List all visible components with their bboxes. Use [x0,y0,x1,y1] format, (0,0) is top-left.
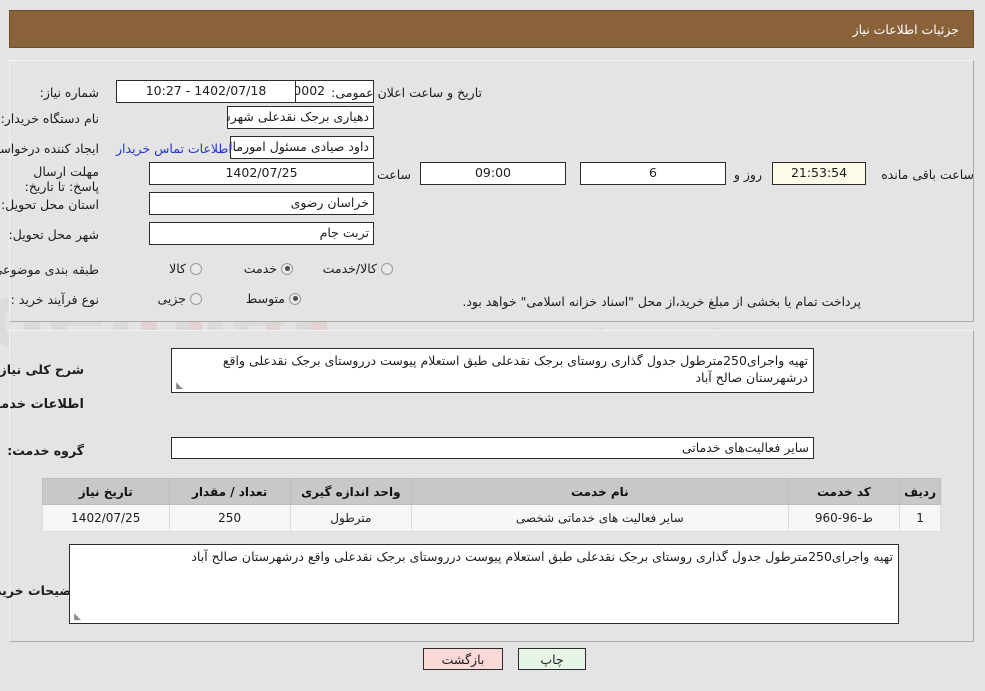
buyer-notes-textarea[interactable]: تهیه واجرای250مترطول جدول گذاری روستای ب… [70,544,900,624]
process-option-label: جزیی [158,291,187,306]
radio-indicator [382,262,394,275]
cell-row: 1 [900,504,942,532]
cell-name: سایر فعالیت های خدماتی شخصی [411,504,790,532]
category-option-label: کالا/خدمت [323,261,378,276]
payment-note: پرداخت تمام یا بخشی از مبلغ خرید،از محل … [463,294,862,309]
remaining-hours-label: ساعت باقی مانده [882,167,975,182]
table-row[interactable]: 1 ط-96-960 سایر فعالیت های خدماتی شخصی م… [43,504,942,532]
cell-code: ط-96-960 [788,504,902,532]
th-code: کد خدمت [788,478,902,505]
category-option-khedmat[interactable]: خدمت [245,261,294,276]
category-option-label: خدمت [244,261,278,276]
th-date: تاریخ نیاز [43,478,171,505]
category-option-kala[interactable]: کالا [170,261,203,276]
requester-label: ایجاد کننده درخواست: [0,141,100,156]
summary-text: تهیه واجرای250مترطول جدول گذاری روستای ب… [223,353,809,385]
table-header-row: ردیف کد خدمت نام خدمت واحد اندازه گیری ت… [43,478,942,505]
deadline-days-label: روز و [734,167,763,182]
category-option-label: کالا [170,261,187,276]
radio-indicator [191,292,203,305]
city-value: تربت جام [150,222,375,245]
province-value: خراسان رضوی [150,192,375,215]
page-title: جزئیات اطلاعات نیاز [853,21,960,37]
deadline-date-value: 1402/07/25 [150,162,375,185]
th-qty: تعداد / مقدار [169,478,292,505]
announce-date-label: تاریخ و ساعت اعلان عمومی: [332,85,483,100]
header-bar: جزئیات اطلاعات نیاز [10,10,975,48]
process-option-motevaset[interactable]: متوسط [247,291,302,306]
process-option-jozi[interactable]: جزیی [158,291,203,306]
process-type-label: نوع فرآیند خرید : [11,292,100,307]
th-name: نام خدمت [411,478,790,505]
province-label: استان محل تحویل: [1,197,100,212]
deadline-label: مهلت ارسال پاسخ: تا تاریخ: [25,164,100,194]
back-button[interactable]: بازگشت [424,648,504,670]
category-option-kala-khedmat[interactable]: کالا/خدمت [324,261,394,276]
deadline-time-value: 09:00 [421,162,567,185]
summary-label: شرح کلی نیاز: [0,362,85,377]
buyer-org-value: دهیاری برجک نقدعلی شهرستان صالح آباد [228,106,375,129]
city-label: شهر محل تحویل: [9,227,100,242]
summary-textarea[interactable]: تهیه واجرای250مترطول جدول گذاری روستای ب… [172,348,815,393]
cell-unit: مترطول [290,504,413,532]
deadline-days-value: 6 [581,162,727,185]
th-unit: واحد اندازه گیری [290,478,413,505]
services-heading: اطلاعات خدمات مورد نیاز [0,397,85,412]
buyer-org-label: نام دستگاه خریدار: [1,111,100,126]
category-label: طبقه بندی موضوعی: [0,262,100,277]
radio-indicator [290,292,302,305]
page-root: AriaTender.net . جزئیات اطلاعات نیاز شما… [0,0,985,691]
resize-grip-icon[interactable]: ◣ [175,382,184,391]
cell-qty: 250 [169,504,292,532]
service-group-label: گروه خدمت: [8,443,85,458]
radio-indicator [191,262,203,275]
announce-date-value: 1402/07/18 - 10:27 [117,80,297,103]
countdown-value: 21:53:54 [773,162,867,185]
resize-grip-icon[interactable]: ◣ [73,613,82,622]
services-table: ردیف کد خدمت نام خدمت واحد اندازه گیری ت… [43,478,942,532]
deadline-hour-label: ساعت [377,167,412,182]
radio-indicator [282,262,294,275]
buyer-contact-link[interactable]: اطلاعات تماس خریدار [117,141,233,156]
requester-value: داود صیادی مسئول امورمالی دهیاری برجک نق… [231,136,375,159]
cell-date: 1402/07/25 [43,504,171,532]
th-row: ردیف [900,478,942,505]
need-number-label: شماره نیاز: [40,85,100,100]
buyer-notes-text: تهیه واجرای250مترطول جدول گذاری روستای ب… [192,549,894,564]
process-option-label: متوسط [246,291,286,306]
print-button[interactable]: چاپ [519,648,587,670]
service-group-value: سایر فعالیت‌های خدماتی [172,437,815,459]
